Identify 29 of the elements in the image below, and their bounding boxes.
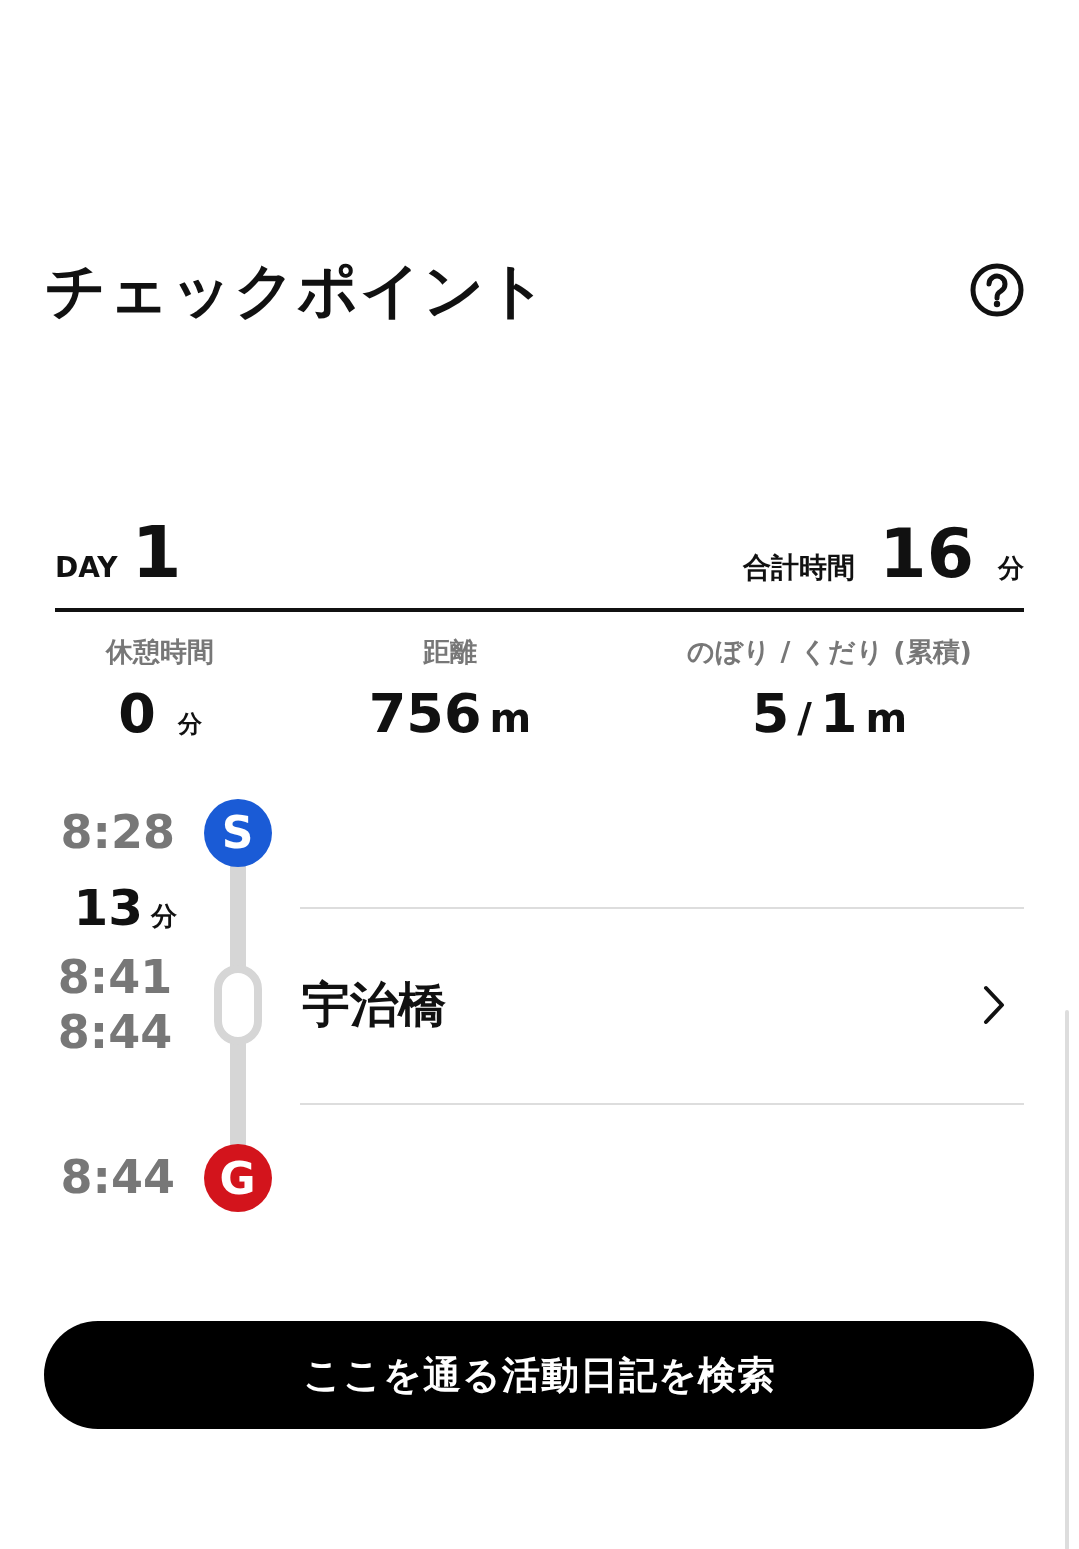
goal-time: 8:44 — [60, 1150, 175, 1206]
stat-unit: 分 — [177, 709, 202, 740]
arrival-time: 8:41 — [57, 949, 173, 1005]
stat-value: 0 — [118, 682, 156, 745]
start-marker: S — [203, 798, 272, 867]
section-title: チェックポイント — [45, 254, 549, 327]
total-time-label: 合計時間 — [743, 550, 856, 586]
duration-unit: 分 — [151, 899, 177, 933]
departure-time: 8:44 — [57, 1005, 173, 1061]
help-icon[interactable] — [969, 262, 1025, 318]
total-time-unit: 分 — [998, 552, 1024, 585]
day-label: DAY — [55, 551, 118, 584]
goal-marker: G — [203, 1144, 272, 1212]
stat-label: 休憩時間 — [106, 635, 214, 669]
stat-separator: / — [797, 695, 812, 741]
duration-value: 13 — [73, 878, 143, 937]
stat-value: 1 — [819, 682, 858, 745]
stat-label: 距離 — [423, 635, 477, 669]
day-number: 1 — [131, 510, 182, 594]
stat-label: のぼり / くだり (累積) — [687, 635, 972, 669]
start-time: 8:28 — [60, 804, 175, 861]
stat-value: 756 — [368, 682, 482, 745]
total-time-value: 16 — [879, 514, 974, 593]
stat-unit: m — [865, 695, 908, 741]
checkpoint-row[interactable]: 宇治橋 — [300, 945, 1024, 1065]
stat-value: 5 — [751, 682, 790, 745]
chevron-right-icon — [982, 985, 1006, 1025]
search-button[interactable]: ここを通る活動日記を検索 — [44, 1321, 1034, 1429]
stat-unit: m — [489, 695, 532, 741]
